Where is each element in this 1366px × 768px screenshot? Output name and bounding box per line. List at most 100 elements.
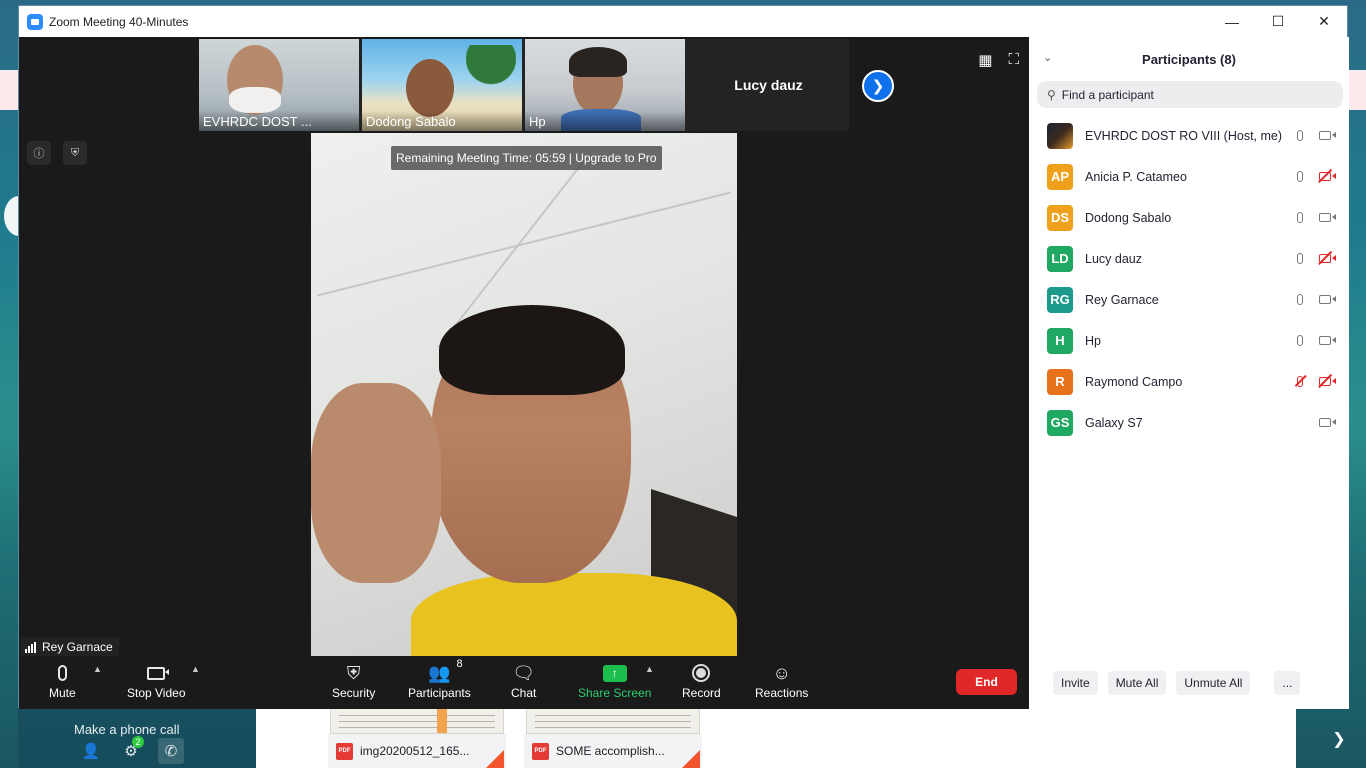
participant-name: Lucy dauz (1085, 251, 1142, 266)
shield-icon[interactable]: ⛨ (63, 141, 87, 165)
microphone-icon[interactable] (1293, 332, 1307, 348)
participant-row[interactable]: R Raymond Campo (1029, 361, 1349, 402)
record-button[interactable]: Record (682, 660, 721, 700)
participants-icon: 👥 8 (428, 658, 463, 683)
make-phone-call-label[interactable]: Make a phone call (74, 722, 180, 737)
speaker-hand (311, 383, 441, 583)
video-camera-icon[interactable] (1315, 291, 1336, 307)
end-meeting-button[interactable]: End (956, 669, 1017, 695)
video-camera-icon[interactable] (1315, 127, 1336, 143)
ceiling-line (317, 191, 731, 297)
remaining-time-banner[interactable]: Remaining Meeting Time: 05:59 | Upgrade … (391, 146, 662, 170)
microphone-icon[interactable] (1293, 168, 1307, 184)
participant-row[interactable]: LD Lucy dauz (1029, 238, 1349, 279)
video-off-icon[interactable] (1315, 168, 1336, 184)
security-button[interactable]: ⛨ Security (332, 660, 375, 701)
more-options-button[interactable]: ... (1274, 671, 1301, 695)
unmute-all-button[interactable]: Unmute All (1176, 671, 1251, 695)
meeting-info-icons: ⓘ ⛨ (27, 141, 87, 165)
chat-button[interactable]: 🗨 Chat (511, 660, 536, 701)
download-item[interactable]: PDF SOME accomplish... (524, 708, 702, 768)
video-thumbnail[interactable]: EVHRDC DOST ... (199, 39, 359, 131)
pdf-icon: PDF (336, 742, 353, 760)
palm-tree (466, 45, 516, 115)
close-button[interactable]: ✕ (1301, 6, 1347, 37)
speaker-hair (439, 305, 625, 395)
download-row: PDF img20200512_165... (328, 734, 506, 768)
mute-button[interactable]: Mute (49, 660, 76, 700)
zoom-window: Zoom Meeting 40-Minutes — ☐ ✕ EVHRDC DOS… (18, 5, 1349, 709)
video-camera-icon[interactable] (1315, 332, 1336, 348)
video-strip: EVHRDC DOST ... Dodong Sabalo Hp Lucy da… (199, 39, 849, 131)
microphone-muted-icon[interactable] (1293, 373, 1307, 389)
microphone-icon[interactable] (1293, 127, 1307, 143)
video-options-caret-icon[interactable]: ▲ (191, 664, 200, 674)
avatar (1047, 122, 1073, 149)
participant-name: Rey Garnace (1085, 292, 1159, 307)
participant-row[interactable]: AP Anicia P. Catameo (1029, 156, 1349, 197)
participant-name: Raymond Campo (1085, 374, 1183, 389)
avatar: R (1047, 368, 1073, 395)
avatar: DS (1047, 204, 1073, 231)
invite-button[interactable]: Invite (1053, 671, 1098, 695)
chevron-right-icon[interactable]: ❯ (1324, 724, 1354, 754)
messages-icon[interactable]: ⚙ 2 (118, 736, 144, 764)
video-thumbnail[interactable]: Dodong Sabalo (362, 39, 522, 131)
phone-icon[interactable]: ✆ (158, 738, 184, 764)
microphone-icon[interactable] (1293, 209, 1307, 225)
participant-row[interactable]: RG Rey Garnace (1029, 279, 1349, 320)
download-item[interactable]: PDF img20200512_165... (328, 708, 506, 768)
avatar: GS (1047, 409, 1073, 436)
download-row: PDF SOME accomplish... (524, 734, 702, 768)
avatar: RG (1047, 286, 1073, 313)
participants-label: Participants (408, 686, 471, 700)
participants-panel: ⌄ Participants (8) ⚲ EVHRDC DOST RO VIII… (1029, 37, 1349, 709)
maximize-button[interactable]: ☐ (1255, 6, 1301, 37)
share-options-caret-icon[interactable]: ▲ (645, 664, 654, 674)
contacts-icon[interactable]: 👤 (78, 738, 104, 764)
background-window-edge (0, 70, 18, 110)
record-label: Record (682, 686, 721, 700)
avatar: H (1047, 327, 1073, 354)
meeting-toolbar: Mute ▲ Stop Video ▲ ⛨ Security 👥 8 Partic… (19, 656, 1029, 709)
panel-title: Participants (8) (1142, 51, 1236, 67)
panel-footer: Invite Mute All Unmute All ... (1029, 671, 1349, 695)
video-off-icon[interactable] (1315, 250, 1336, 266)
info-icon[interactable]: ⓘ (27, 141, 51, 165)
download-thumbnail (526, 708, 700, 734)
chat-icon: 🗨 (512, 662, 536, 683)
thumbnail-name: Dodong Sabalo (362, 111, 522, 131)
participants-button[interactable]: 👥 8 Participants (408, 658, 471, 700)
share-screen-label: Share Screen (578, 686, 652, 700)
gallery-view-icon[interactable]: ▦ (978, 51, 992, 69)
mute-all-button[interactable]: Mute All (1107, 671, 1167, 695)
video-off-icon[interactable] (1315, 373, 1336, 389)
participant-list: EVHRDC DOST RO VIII (Host, me) AP Anicia P… (1029, 115, 1349, 443)
share-screen-button[interactable]: ↑ Share Screen (578, 660, 651, 700)
participant-search-input[interactable] (1061, 87, 1312, 102)
microphone-icon[interactable] (1293, 291, 1307, 307)
audio-options-caret-icon[interactable]: ▲ (93, 664, 102, 674)
fullscreen-icon[interactable]: ⛶ (1008, 51, 1019, 69)
phone-widget-icons: 👤 ⚙ 2 ✆ (78, 736, 184, 764)
video-camera-icon[interactable] (1315, 414, 1336, 430)
next-page-button[interactable]: ❯ (862, 70, 894, 102)
panel-header: ⌄ Participants (8) (1029, 37, 1349, 81)
video-camera-icon[interactable] (1315, 209, 1336, 225)
participant-row[interactable]: GS Galaxy S7 (1029, 402, 1349, 443)
participant-row[interactable]: DS Dodong Sabalo (1029, 197, 1349, 238)
speaker-shirt (411, 573, 737, 656)
video-thumbnail[interactable]: Hp (525, 39, 685, 131)
participant-row[interactable]: H Hp (1029, 320, 1349, 361)
participant-name: Hp (1085, 333, 1101, 348)
reactions-button[interactable]: ☺ Reactions (755, 660, 808, 701)
microphone-icon[interactable] (1293, 250, 1307, 266)
download-filename: SOME accomplish... (556, 744, 665, 758)
chevron-down-icon[interactable]: ⌄ (1043, 51, 1052, 64)
minimize-button[interactable]: — (1209, 6, 1255, 37)
participant-row[interactable]: EVHRDC DOST RO VIII (Host, me) (1029, 115, 1349, 156)
stop-video-button[interactable]: Stop Video (127, 660, 186, 700)
participant-name: EVHRDC DOST RO VIII (Host, me) (1085, 128, 1283, 143)
download-corner-marker (682, 750, 700, 768)
video-off-tile[interactable]: Lucy dauz (688, 39, 849, 131)
